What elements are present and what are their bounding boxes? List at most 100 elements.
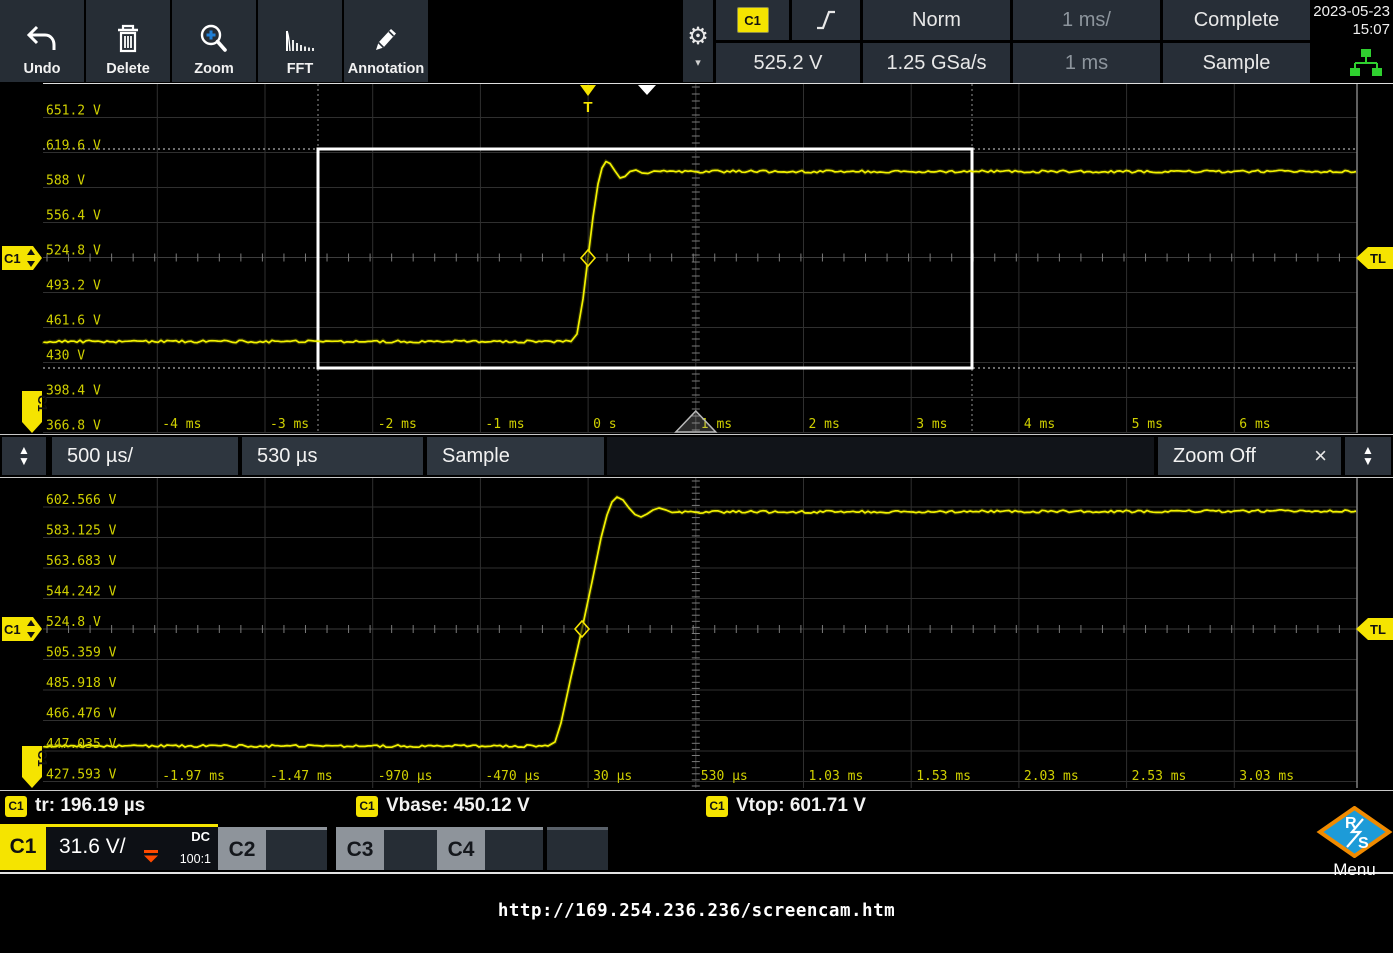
zoom-label: Zoom bbox=[194, 61, 233, 77]
svg-text:588 V: 588 V bbox=[46, 174, 85, 189]
screencam-url: http://169.254.236.236/screencam.htm bbox=[0, 901, 1393, 921]
network-icon bbox=[1349, 48, 1383, 83]
channel-tab-c1[interactable]: C1 31.6 V/ DC 100:1 bbox=[0, 824, 218, 870]
trigger-mode-cell[interactable]: Norm bbox=[863, 0, 1010, 40]
channel-bar: C1 31.6 V/ DC 100:1 C2 C3 C4 bbox=[0, 824, 1393, 874]
fft-button[interactable]: FFT bbox=[258, 0, 342, 82]
toolbar-buttons: Undo Delete bbox=[0, 0, 428, 82]
svg-text:TL: TL bbox=[1370, 622, 1386, 637]
measurement-value: Vbase: 450.12 V bbox=[386, 795, 530, 817]
channel-badge: C1 bbox=[356, 796, 378, 817]
channel-c1-probe: 100:1 bbox=[180, 852, 211, 866]
svg-text:-1.97 ms: -1.97 ms bbox=[162, 769, 225, 784]
annotation-icon bbox=[369, 23, 403, 55]
fft-label: FFT bbox=[287, 61, 314, 77]
svg-text:466.476 V: 466.476 V bbox=[46, 707, 117, 722]
svg-text:619.6 V: 619.6 V bbox=[46, 139, 101, 154]
svg-text:-3 ms: -3 ms bbox=[270, 417, 309, 432]
svg-text:461.6 V: 461.6 V bbox=[46, 314, 101, 329]
channel-badge: C1 bbox=[5, 796, 27, 817]
acquisition-state-cell[interactable]: Complete bbox=[1163, 0, 1310, 40]
svg-text:3 ms: 3 ms bbox=[916, 417, 947, 432]
menu-button[interactable]: R S Menu bbox=[1316, 806, 1393, 876]
measurement-risetime: C1 tr: 196.19 µs bbox=[5, 795, 145, 817]
svg-text:485.918 V: 485.918 V bbox=[46, 676, 117, 691]
channel-tab-c2[interactable]: C2 bbox=[218, 827, 327, 870]
zoom-scale-stepper[interactable]: ▲▼ bbox=[2, 437, 46, 475]
svg-text:-470 µs: -470 µs bbox=[485, 769, 540, 784]
date-text: 2023-05-23 bbox=[1313, 3, 1390, 21]
trigger-level-cell[interactable]: 525.2 V bbox=[716, 43, 860, 83]
zoom-icon bbox=[197, 23, 231, 55]
svg-text:C1: C1 bbox=[4, 622, 21, 637]
undo-label: Undo bbox=[23, 61, 60, 77]
svg-text:447.035 V: 447.035 V bbox=[46, 737, 117, 752]
zoom-off-cell[interactable]: Zoom Off × bbox=[1158, 437, 1341, 475]
svg-text:544.242 V: 544.242 V bbox=[46, 585, 117, 600]
rising-edge-icon bbox=[812, 7, 840, 33]
fft-icon bbox=[282, 23, 318, 55]
svg-text:4 ms: 4 ms bbox=[1024, 417, 1055, 432]
zoom-waveform-display[interactable]: 602.566 V583.125 V563.683 V544.242 V524.… bbox=[0, 478, 1393, 790]
svg-text:6 ms: 6 ms bbox=[1239, 417, 1270, 432]
delete-label: Delete bbox=[106, 61, 150, 77]
record-time-cell[interactable]: 1 ms bbox=[1013, 43, 1160, 83]
time-text: 15:07 bbox=[1313, 21, 1390, 39]
svg-text:C1: C1 bbox=[4, 251, 21, 266]
svg-text:30 µs: 30 µs bbox=[593, 769, 632, 784]
measurement-vbase: C1 Vbase: 450.12 V bbox=[356, 795, 530, 817]
svg-text:T: T bbox=[583, 99, 592, 116]
measurement-value: tr: 196.19 µs bbox=[35, 795, 145, 817]
svg-text:-970 µs: -970 µs bbox=[378, 769, 433, 784]
zoom-scale-cell[interactable]: 500 µs/ bbox=[52, 437, 238, 475]
channel-c4-label: C4 bbox=[437, 830, 485, 870]
svg-text:427.593 V: 427.593 V bbox=[46, 768, 117, 783]
timebase-cell[interactable]: 1 ms/ bbox=[1013, 0, 1160, 40]
svg-text:TL: TL bbox=[1370, 251, 1386, 266]
channel-c4-box bbox=[485, 830, 543, 870]
channel-c1-label: C1 bbox=[0, 824, 46, 870]
zoom-off-label: Zoom Off bbox=[1173, 445, 1256, 468]
svg-text:-1.47 ms: -1.47 ms bbox=[270, 769, 333, 784]
trigger-slope-cell[interactable] bbox=[792, 0, 860, 40]
measurement-bar: C1 tr: 196.19 µs C1 Vbase: 450.12 V C1 V… bbox=[0, 790, 1393, 824]
main-waveform-display[interactable]: 651.2 V619.6 V588 V556.4 V524.8 V493.2 V… bbox=[0, 84, 1393, 434]
zoom-bar-spacer bbox=[607, 437, 1154, 475]
svg-text:0 s: 0 s bbox=[593, 417, 616, 432]
zoom-offset-cell[interactable]: 530 µs bbox=[242, 437, 423, 475]
rohde-schwarz-logo-icon: R S bbox=[1316, 806, 1393, 858]
measurement-vtop: C1 Vtop: 601.71 V bbox=[706, 795, 866, 817]
settings-column[interactable]: ⚙ ▾ bbox=[683, 0, 713, 82]
svg-text:3.03 ms: 3.03 ms bbox=[1239, 769, 1294, 784]
svg-text:366.8 V: 366.8 V bbox=[46, 419, 101, 434]
undo-button[interactable]: Undo bbox=[0, 0, 84, 82]
zoom-button[interactable]: Zoom bbox=[172, 0, 256, 82]
channel-c1-scale: 31.6 V/ bbox=[59, 835, 126, 859]
svg-text:C1: C1 bbox=[35, 750, 50, 767]
channel-tab-c3[interactable]: C3 bbox=[336, 827, 437, 870]
zoom-position-stepper[interactable]: ▲▼ bbox=[1345, 437, 1391, 475]
svg-text:2.53 ms: 2.53 ms bbox=[1132, 769, 1187, 784]
svg-text:583.125 V: 583.125 V bbox=[46, 524, 117, 539]
trigger-source-cell[interactable]: C1 bbox=[716, 0, 789, 40]
delete-button[interactable]: Delete bbox=[86, 0, 170, 82]
channel-c2-box bbox=[266, 830, 327, 870]
annotation-button[interactable]: Annotation bbox=[344, 0, 428, 82]
svg-text:651.2 V: 651.2 V bbox=[46, 104, 101, 119]
menu-label: Menu bbox=[1316, 860, 1393, 880]
svg-text:2.03 ms: 2.03 ms bbox=[1024, 769, 1079, 784]
sample-rate-cell[interactable]: 1.25 GSa/s bbox=[863, 43, 1010, 83]
channel-tab-c4[interactable]: C4 bbox=[437, 827, 543, 870]
close-icon[interactable]: × bbox=[1314, 437, 1327, 475]
zoom-toolbar: ▲▼ 500 µs/ 530 µs Sample Zoom Off × ▲▼ bbox=[0, 434, 1393, 478]
channel-badge: C1 bbox=[706, 796, 728, 817]
svg-text:505.359 V: 505.359 V bbox=[46, 646, 117, 661]
svg-text:S: S bbox=[1358, 835, 1369, 852]
channel-c3-box bbox=[384, 830, 437, 870]
svg-text:1.53 ms: 1.53 ms bbox=[916, 769, 971, 784]
zoom-mode-cell[interactable]: Sample bbox=[427, 437, 604, 475]
svg-text:556.4 V: 556.4 V bbox=[46, 209, 101, 224]
channel-c3-label: C3 bbox=[336, 830, 384, 870]
acquisition-mode-cell[interactable]: Sample bbox=[1163, 43, 1310, 83]
svg-text:-1 ms: -1 ms bbox=[485, 417, 524, 432]
